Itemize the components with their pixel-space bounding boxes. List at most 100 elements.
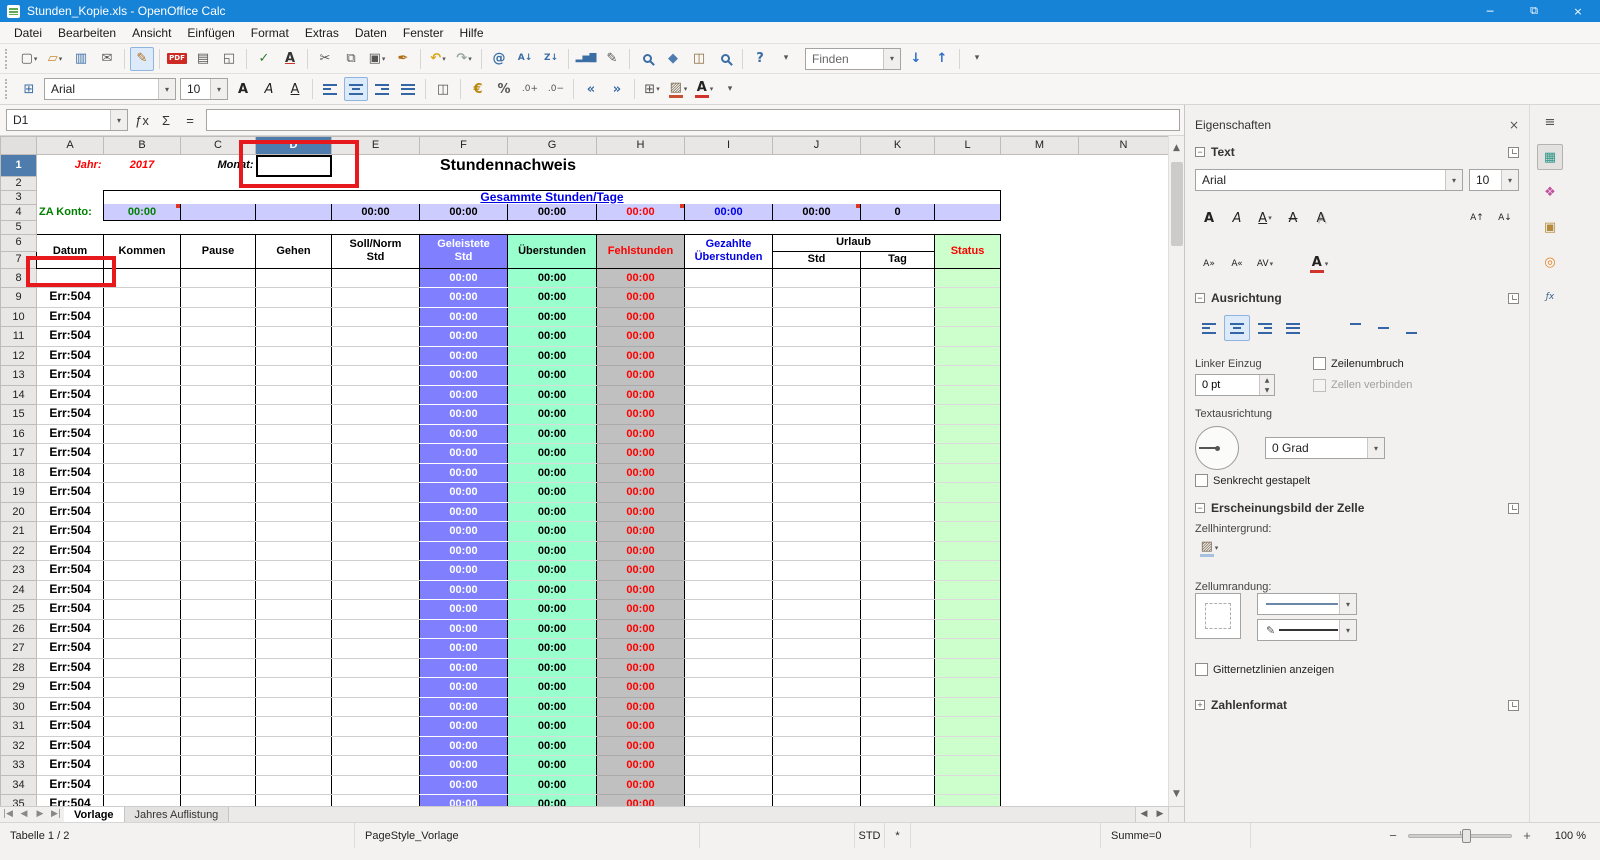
cell-M30[interactable] [1001,697,1079,717]
cell-D17[interactable] [256,444,332,464]
cell-L25[interactable] [935,600,1001,620]
table-header-fehlstunden[interactable]: Fehlstunden [597,234,685,268]
cell-G11[interactable]: 00:00 [508,327,597,347]
add-decimal-button[interactable]: .0+ [518,77,542,101]
cell-B26[interactable] [104,619,181,639]
cell-A14[interactable]: Err:504 [37,385,104,405]
cell-J4[interactable]: 00:00 [773,204,861,220]
toolbar-grip[interactable] [5,79,12,99]
menu-extras[interactable]: Extras [297,23,347,43]
auto-spellcheck-button[interactable]: A [278,47,302,71]
table-header-ueberstunden[interactable]: Überstunden [508,234,597,268]
background-color-dropdown[interactable]: ▨▾ [666,77,690,101]
cell-M8[interactable] [1001,268,1079,288]
cell-G20[interactable]: 00:00 [508,502,597,522]
rotation-dial[interactable] [1195,426,1239,470]
cell-C33[interactable] [181,756,256,776]
column-header-I[interactable]: I [685,137,773,155]
cell-L1[interactable] [935,155,1001,177]
cell-G29[interactable]: 00:00 [508,678,597,698]
cell-C28[interactable] [181,658,256,678]
cell-F23[interactable]: 00:00 [420,561,508,581]
cell-D14[interactable] [256,385,332,405]
cell-J35[interactable] [773,795,861,806]
column-header-H[interactable]: H [597,137,685,155]
menu-hilfe[interactable]: Hilfe [452,23,492,43]
row-header-24[interactable]: 24 [1,580,37,600]
cell-J8[interactable] [773,268,861,288]
cell-M10[interactable] [1001,307,1079,327]
table-header-datum[interactable]: Datum [37,234,104,268]
merge-cells-button[interactable]: ◫ [431,77,455,101]
row-header-17[interactable]: 17 [1,444,37,464]
row-header-34[interactable]: 34 [1,775,37,795]
cell-C31[interactable] [181,717,256,737]
sort-ascending-button[interactable]: A↓ [513,47,537,71]
cell-M11[interactable] [1001,327,1079,347]
cell-M16[interactable] [1001,424,1079,444]
cell-J19[interactable] [773,483,861,503]
cell-K18[interactable] [861,463,935,483]
align-bottom-button[interactable] [1398,315,1424,341]
cell-C1[interactable]: Monat: [181,155,256,177]
row-header-12[interactable]: 12 [1,346,37,366]
dialog-launcher-icon[interactable] [1508,503,1519,514]
cell-F32[interactable]: 00:00 [420,736,508,756]
cell-L16[interactable] [935,424,1001,444]
cell-H32[interactable]: 00:00 [597,736,685,756]
cell-C20[interactable] [181,502,256,522]
row-header-18[interactable]: 18 [1,463,37,483]
cell-E18[interactable] [332,463,420,483]
cell-J3[interactable] [773,190,861,204]
cell-N5[interactable] [1079,220,1169,234]
section-header-erscheinungsbild[interactable]: − Erscheinungsbild der Zelle [1195,497,1519,519]
cell-M24[interactable] [1001,580,1079,600]
cell-E12[interactable] [332,346,420,366]
cell-M22[interactable] [1001,541,1079,561]
cell-G16[interactable]: 00:00 [508,424,597,444]
cell-D32[interactable] [256,736,332,756]
cell-M6[interactable] [1001,234,1079,251]
cell-J33[interactable] [773,756,861,776]
cell-L18[interactable] [935,463,1001,483]
previous-sheet-button[interactable]: ◀ [16,807,32,822]
cell-F34[interactable]: 00:00 [420,775,508,795]
cell-N14[interactable] [1079,385,1169,405]
edit-mode-button[interactable]: ✎ [130,47,154,71]
cell-D4[interactable] [256,204,332,220]
page-preview-button[interactable]: ◱ [217,47,241,71]
cell-C29[interactable] [181,678,256,698]
cell-F16[interactable]: 00:00 [420,424,508,444]
cell-J16[interactable] [773,424,861,444]
cell-N33[interactable] [1079,756,1169,776]
cell-F10[interactable]: 00:00 [420,307,508,327]
cell-C35[interactable] [181,795,256,806]
cell-E25[interactable] [332,600,420,620]
zoom-slider[interactable] [1408,834,1512,838]
cell-N23[interactable] [1079,561,1169,581]
column-header-N[interactable]: N [1079,137,1169,155]
help-button[interactable]: ? [748,47,772,71]
format-paintbrush-button[interactable]: ✒ [391,47,415,71]
scroll-right-button[interactable]: ▶ [1152,807,1168,822]
font-color-dropdown[interactable]: A▾ [1306,251,1332,277]
cell-F12[interactable]: 00:00 [420,346,508,366]
cell-H15[interactable]: 00:00 [597,405,685,425]
table-header-status[interactable]: Status [935,234,1001,268]
cell-K35[interactable] [861,795,935,806]
cell-N27[interactable] [1079,639,1169,659]
cell-I15[interactable] [685,405,773,425]
sum-display[interactable]: Summe=0 [1101,823,1251,848]
cell-C13[interactable] [181,366,256,386]
scroll-left-button[interactable]: ◀ [1136,807,1152,822]
cell-C24[interactable] [181,580,256,600]
cell-N24[interactable] [1079,580,1169,600]
cell-L30[interactable] [935,697,1001,717]
cell-K9[interactable] [861,288,935,308]
cell-J11[interactable] [773,327,861,347]
cell-H34[interactable]: 00:00 [597,775,685,795]
cell-N1[interactable] [1079,155,1169,177]
sidebar-menu-icon[interactable]: ≡ [1537,109,1563,135]
new-document-button[interactable]: ▢▾ [17,47,41,71]
formatting-toolbar-overflow-button[interactable]: ▾ [718,77,742,101]
